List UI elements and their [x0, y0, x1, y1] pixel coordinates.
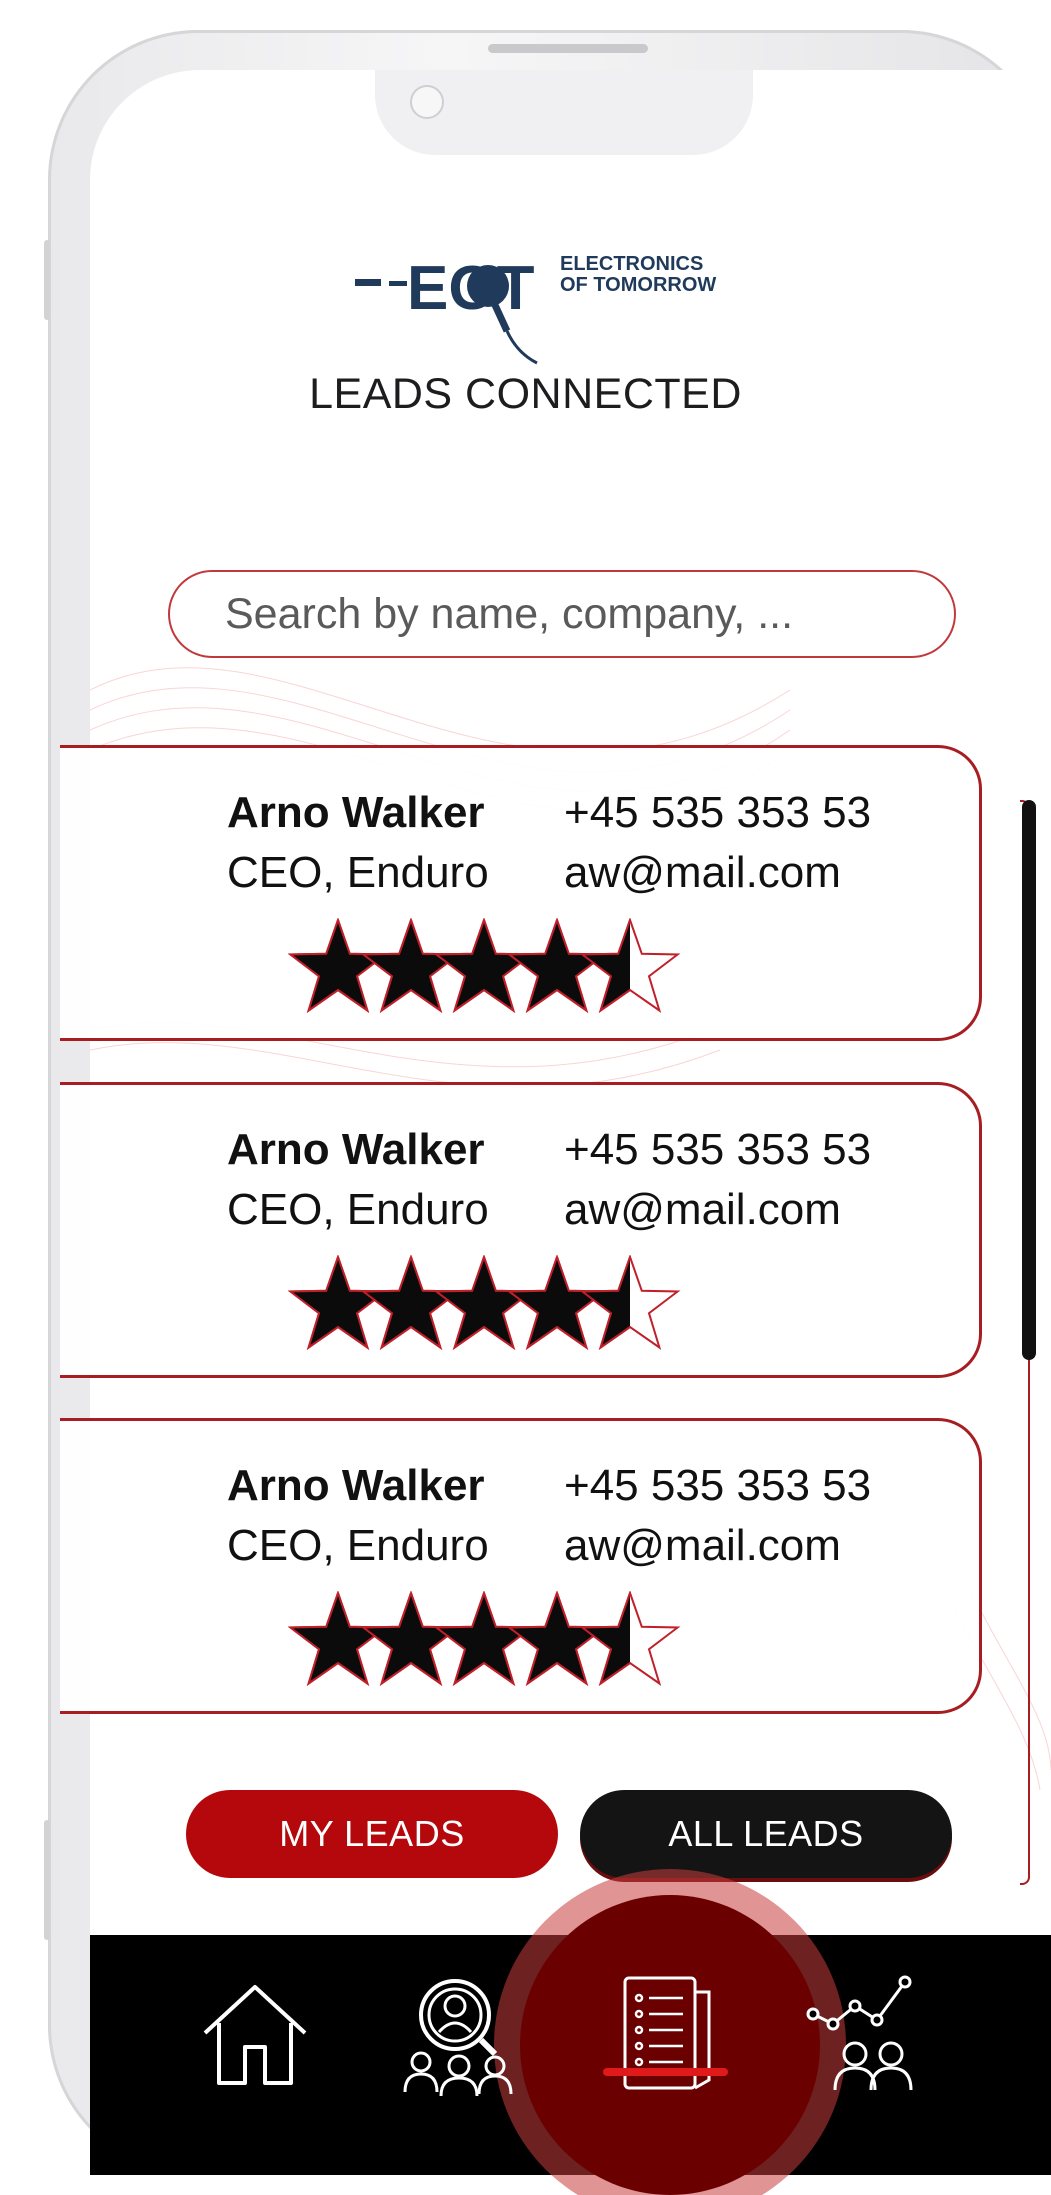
lead-email[interactable]: aw@mail.com [564, 848, 841, 898]
lead-name: Arno Walker [227, 1125, 485, 1174]
search-bar[interactable] [168, 570, 956, 658]
logo-line2: OF TOMORROW [560, 274, 716, 296]
star-fill [507, 920, 607, 1013]
eot-logo: EOT ELECTRONICS OF TOMORROW [355, 253, 716, 365]
lead-name: Arno Walker [227, 788, 485, 837]
search-people-icon [403, 1979, 513, 2097]
home-icon [203, 1985, 307, 2085]
lead-role: CEO, Enduro [227, 848, 489, 897]
nav-analytics[interactable] [800, 1965, 940, 2105]
scrollbar-thumb[interactable] [1022, 800, 1036, 1360]
leads-list-icon [623, 1976, 711, 2090]
star-rating [288, 1591, 681, 1686]
star-fill [434, 1593, 534, 1686]
nav-people-search[interactable] [390, 1965, 530, 2105]
my-leads-button[interactable]: MY LEADS [186, 1790, 558, 1878]
lead-card[interactable]: Arno Walker CEO, Enduro +45 535 353 53 a… [60, 745, 982, 1041]
star-fill [434, 920, 534, 1013]
star-fill [288, 920, 388, 1013]
star-fill [361, 1257, 461, 1350]
lead-role: CEO, Enduro [227, 1185, 489, 1234]
active-tab-indicator [603, 2068, 728, 2076]
lead-card[interactable]: Arno Walker CEO, Enduro +45 535 353 53 a… [60, 1082, 982, 1378]
star-fill [361, 920, 461, 1013]
star-rating [288, 918, 681, 1013]
side-button [44, 1820, 50, 1940]
star-fill [507, 1257, 607, 1350]
camera-icon [410, 85, 444, 119]
star-fill [434, 1257, 534, 1350]
all-leads-button[interactable]: ALL LEADS [580, 1790, 952, 1878]
lead-phone[interactable]: +45 535 353 53 [564, 788, 871, 838]
nav-leads-list[interactable] [595, 1965, 735, 2105]
star-fill [288, 1257, 388, 1350]
analytics-people-icon [806, 1975, 913, 2091]
lead-email[interactable]: aw@mail.com [564, 1521, 841, 1571]
speaker-grille [488, 44, 648, 53]
search-input[interactable] [170, 588, 954, 640]
star-fill [507, 1593, 607, 1686]
logo-line1: ELECTRONICS [560, 253, 703, 275]
lead-email[interactable]: aw@mail.com [564, 1185, 841, 1235]
page-title: LEADS CONNECTED [309, 370, 742, 418]
nav-home[interactable] [185, 1965, 325, 2105]
side-button [44, 240, 50, 320]
lead-role: CEO, Enduro [227, 1521, 489, 1570]
lead-name: Arno Walker [227, 1461, 485, 1510]
star-rating [288, 1255, 681, 1350]
star-fill [288, 1593, 388, 1686]
lead-phone[interactable]: +45 535 353 53 [564, 1125, 871, 1175]
star-fill [361, 1593, 461, 1686]
lead-phone[interactable]: +45 535 353 53 [564, 1461, 871, 1511]
lead-card[interactable]: Arno Walker CEO, Enduro +45 535 353 53 a… [60, 1418, 982, 1714]
